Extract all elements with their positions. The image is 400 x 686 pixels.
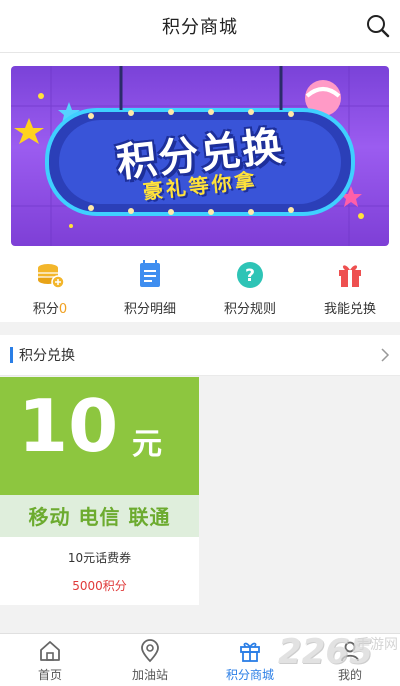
chevron-right-icon <box>381 348 390 362</box>
coins-icon <box>38 264 65 289</box>
svg-text:?: ? <box>245 266 255 286</box>
question-icon: ? <box>237 262 263 288</box>
nav-label: 积分商城 <box>225 668 274 682</box>
product-image-amount: 10 <box>18 384 119 468</box>
points-count: 0 <box>58 302 68 317</box>
quick-item-points[interactable]: 积分0 <box>0 258 100 322</box>
product-image-carriers: 移动 电信 联通 <box>28 505 171 529</box>
quick-menu: 积分0 积分明细 ? 积分规则 我能兑换 <box>0 258 400 322</box>
location-pin-icon <box>141 639 159 663</box>
watermark-sub: 手游网 <box>356 637 398 653</box>
search-button[interactable] <box>364 12 392 40</box>
banner-section: 积分兑换 豪礼等你拿 <box>0 53 400 258</box>
product-card[interactable]: 10 元 移动 电信 联通 10元话费券 5000积分 <box>0 377 199 605</box>
search-icon <box>367 15 390 38</box>
quick-item-label: 积分0 <box>32 302 68 317</box>
product-points: 5000积分 <box>72 579 127 593</box>
page-title: 积分商城 <box>162 17 238 38</box>
quick-item-points-detail[interactable]: 积分明细 <box>100 258 200 322</box>
promo-banner[interactable]: 积分兑换 豪礼等你拿 <box>11 66 389 246</box>
nav-label: 首页 <box>37 668 62 682</box>
nav-item-gas-station[interactable]: 加油站 <box>100 634 200 686</box>
product-image: 10 元 移动 电信 联通 <box>0 377 199 537</box>
quick-item-label: 积分规则 <box>223 302 276 317</box>
gift-icon <box>339 265 361 287</box>
quick-item-points-rules[interactable]: ? 积分规则 <box>200 258 300 322</box>
section-accent-bar <box>10 347 13 363</box>
section-header[interactable]: 积分兑换 <box>0 335 400 376</box>
nav-label: 加油站 <box>131 668 168 682</box>
gift-icon <box>240 642 260 662</box>
quick-item-label: 我能兑换 <box>323 302 376 317</box>
watermark: 2265 手游网 <box>278 628 398 678</box>
product-name: 10元话费券 <box>67 551 132 565</box>
quick-item-label: 积分明细 <box>123 302 176 317</box>
product-image-unit: 元 <box>132 427 162 462</box>
nav-item-home[interactable]: 首页 <box>0 634 100 686</box>
quick-item-can-redeem[interactable]: 我能兑换 <box>300 258 400 322</box>
home-icon <box>40 641 60 661</box>
section-title: 积分兑换 <box>19 348 75 364</box>
points-detail-icon <box>140 260 160 287</box>
app-header: 积分商城 <box>0 0 400 53</box>
